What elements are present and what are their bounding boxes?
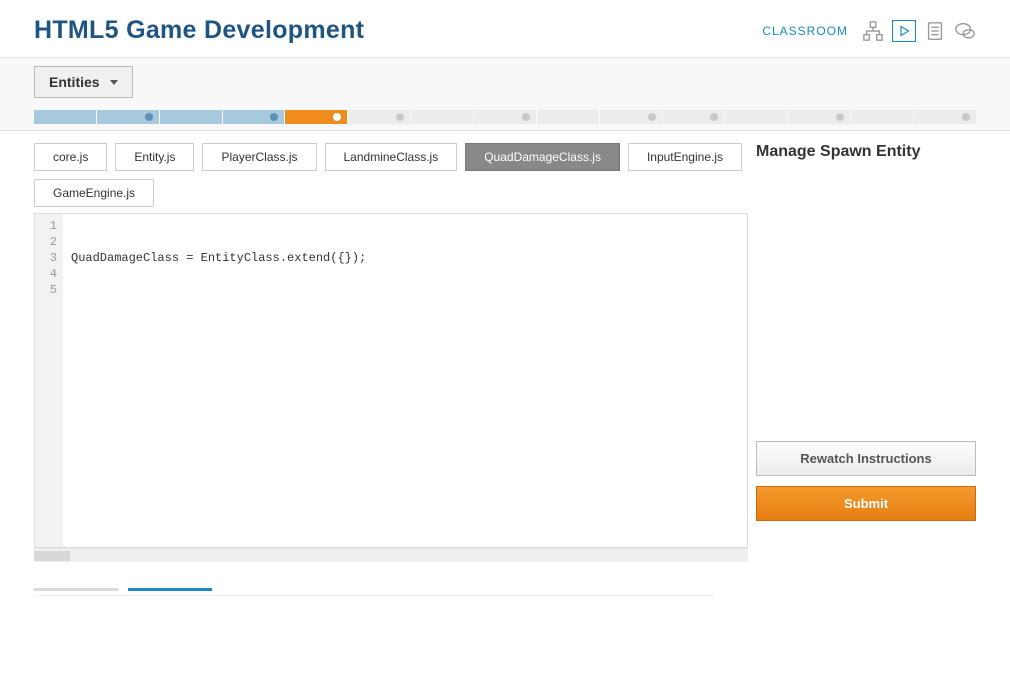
progress-seg-14[interactable] (914, 110, 976, 124)
main: core.js Entity.js PlayerClass.js LandmineCl… (0, 131, 1010, 675)
file-tab-QuadDamageClass-js[interactable]: QuadDamageClass.js (465, 143, 620, 171)
subheader: Entities (0, 58, 1010, 131)
rewatch-button[interactable]: Rewatch Instructions (756, 441, 976, 476)
sitemap-icon[interactable] (862, 20, 884, 42)
submit-button[interactable]: Submit (756, 486, 976, 521)
output-tab-1[interactable] (34, 588, 118, 591)
chat-icon[interactable] (954, 20, 976, 42)
section-dropdown[interactable]: Entities (34, 66, 133, 98)
progress-bar (34, 110, 976, 124)
output-tabs (34, 588, 714, 591)
progress-seg-4[interactable] (285, 110, 347, 124)
dropdown-label: Entities (49, 74, 100, 90)
progress-seg-1[interactable] (97, 110, 159, 124)
play-icon[interactable] (892, 20, 916, 42)
nav-icons (862, 20, 976, 42)
file-tab-GameEngine-js[interactable]: GameEngine.js (34, 179, 154, 207)
progress-seg-10[interactable] (663, 110, 725, 124)
page-title: HTML5 Game Development (34, 16, 364, 45)
code-editor[interactable]: 12345 QuadDamageClass = EntityClass.exte… (34, 213, 748, 548)
file-tab-Entity-js[interactable]: Entity.js (115, 143, 194, 171)
caret-down-icon (110, 80, 118, 85)
progress-seg-2[interactable] (160, 110, 222, 124)
horizontal-scrollbar[interactable] (34, 548, 748, 562)
file-tabs: core.js Entity.js PlayerClass.js LandmineCl… (34, 137, 748, 213)
classroom-link[interactable]: CLASSROOM (762, 24, 848, 38)
header-right: CLASSROOM (762, 20, 976, 42)
progress-seg-3[interactable] (223, 110, 285, 124)
output-panel (34, 595, 714, 675)
progress-seg-9[interactable] (600, 110, 662, 124)
lesson-title: Manage Spawn Entity (756, 143, 976, 161)
editor-column: core.js Entity.js PlayerClass.js LandmineCl… (34, 137, 748, 675)
file-tab-core-js[interactable]: core.js (34, 143, 107, 171)
progress-seg-13[interactable] (851, 110, 913, 124)
sidebar: Manage Spawn Entity Rewatch Instructions… (756, 137, 976, 675)
progress-seg-11[interactable] (725, 110, 787, 124)
progress-seg-7[interactable] (474, 110, 536, 124)
output-tab-2[interactable] (128, 588, 212, 591)
progress-seg-0[interactable] (34, 110, 96, 124)
scroll-thumb[interactable] (34, 551, 70, 561)
file-tab-InputEngine-js[interactable]: InputEngine.js (628, 143, 742, 171)
file-tab-PlayerClass-js[interactable]: PlayerClass.js (202, 143, 316, 171)
code-area[interactable]: QuadDamageClass = EntityClass.extend({})… (63, 214, 747, 547)
progress-seg-12[interactable] (788, 110, 850, 124)
document-icon[interactable] (924, 20, 946, 42)
header: HTML5 Game Development CLASSROOM (0, 0, 1010, 58)
progress-seg-6[interactable] (411, 110, 473, 124)
line-gutter: 12345 (35, 214, 63, 547)
progress-seg-5[interactable] (348, 110, 410, 124)
file-tab-LandmineClass-js[interactable]: LandmineClass.js (325, 143, 458, 171)
progress-seg-8[interactable] (537, 110, 599, 124)
